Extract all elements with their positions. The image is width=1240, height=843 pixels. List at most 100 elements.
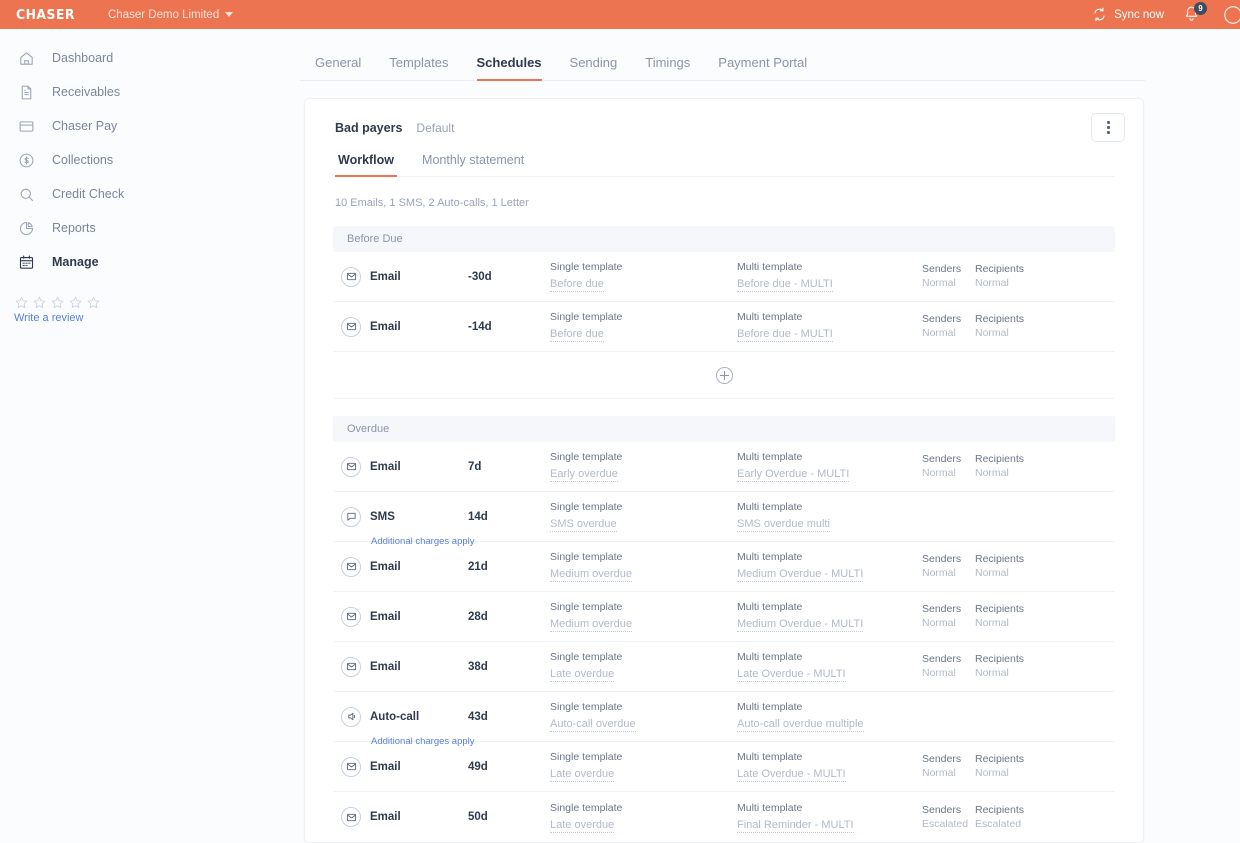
senders-label: Senders bbox=[922, 603, 962, 615]
home-icon bbox=[16, 48, 36, 68]
recipients-value: Normal bbox=[975, 667, 1009, 679]
star-icon[interactable] bbox=[32, 295, 47, 310]
multi-template-value[interactable]: Late Overdue - MULTI bbox=[737, 767, 846, 782]
star-rating[interactable] bbox=[14, 295, 300, 310]
star-icon[interactable] bbox=[14, 295, 29, 310]
table-row[interactable]: Email 28d Single template Medium overdue… bbox=[333, 592, 1115, 642]
single-template-value[interactable]: Before due bbox=[550, 327, 604, 342]
table-row[interactable]: Email 7d Single template Early overdue M… bbox=[333, 442, 1115, 492]
notifications-button[interactable]: 9 bbox=[1182, 1, 1207, 26]
star-icon[interactable] bbox=[68, 295, 83, 310]
section-header-before-due: Before Due bbox=[333, 226, 1115, 252]
recipients-label: Recipients bbox=[975, 603, 1025, 615]
sidebar-item-chaser-pay[interactable]: Chaser Pay bbox=[0, 109, 300, 143]
row-type-label: Auto-call bbox=[370, 710, 420, 723]
tab-payment-portal[interactable]: Payment Portal bbox=[718, 55, 807, 80]
subtab-workflow[interactable]: Workflow bbox=[335, 153, 398, 177]
subtab-monthly-statement[interactable]: Monthly statement bbox=[419, 153, 527, 176]
plus-circle-icon[interactable] bbox=[715, 366, 733, 384]
row-single-template: Single template Late overdue bbox=[550, 751, 737, 782]
row-single-template: Single template Medium overdue bbox=[550, 601, 737, 632]
recipients-value: Normal bbox=[975, 277, 1009, 289]
row-senders: Senders Normal bbox=[922, 313, 975, 340]
email-icon bbox=[341, 316, 361, 337]
row-days: 21d bbox=[468, 560, 488, 573]
sidebar-item-label: Receivables bbox=[52, 85, 121, 99]
senders-label: Senders bbox=[922, 803, 962, 816]
multi-template-value[interactable]: Late Overdue - MULTI bbox=[737, 667, 846, 682]
table-row[interactable]: Auto-call Additional charges apply 43d S… bbox=[333, 692, 1115, 747]
recipients-label: Recipients bbox=[975, 313, 1025, 325]
row-recipients: Recipients Normal bbox=[975, 263, 1065, 290]
star-icon[interactable] bbox=[50, 295, 65, 310]
single-template-value[interactable]: Before due bbox=[550, 277, 604, 292]
row-type-label: Email bbox=[370, 320, 401, 333]
recipients-value: Normal bbox=[975, 617, 1009, 629]
multi-template-value[interactable]: Before due - MULTI bbox=[737, 327, 833, 342]
sidebar-item-collections[interactable]: Collections bbox=[0, 143, 300, 177]
single-template-label: Single template bbox=[550, 501, 623, 513]
single-template-value[interactable]: Late overdue bbox=[550, 767, 615, 782]
single-template-value[interactable]: SMS overdue bbox=[550, 517, 617, 532]
row-senders: Senders Normal bbox=[922, 263, 975, 290]
table-row[interactable]: SMS Additional charges apply 14d Single … bbox=[333, 492, 1115, 547]
senders-value: Normal bbox=[922, 277, 956, 289]
single-template-value[interactable]: Auto-call overdue bbox=[550, 717, 636, 732]
row-type: Email bbox=[333, 266, 468, 287]
sidebar-item-manage[interactable]: Manage bbox=[0, 245, 300, 279]
multi-template-value[interactable]: Before due - MULTI bbox=[737, 277, 833, 292]
chevron-down-icon bbox=[225, 12, 234, 17]
senders-label: Senders bbox=[922, 263, 962, 275]
table-row[interactable]: Email 38d Single template Late overdue M… bbox=[333, 642, 1115, 692]
workflow-summary: 10 Emails, 1 SMS, 2 Auto-calls, 1 Letter bbox=[335, 197, 529, 209]
sidebar-item-receivables[interactable]: Receivables bbox=[0, 75, 300, 109]
sidebar-item-reports[interactable]: Reports bbox=[0, 211, 300, 245]
kebab-menu-icon[interactable] bbox=[1091, 113, 1125, 142]
recipients-value: Escalated bbox=[975, 817, 1022, 830]
multi-template-label: Multi template bbox=[737, 751, 803, 763]
multi-template-value[interactable]: Final Reminder - MULTI bbox=[737, 818, 854, 833]
write-a-review-link[interactable]: Write a review bbox=[14, 312, 300, 324]
schedule-subtabs: Workflow Monthly statement bbox=[333, 153, 1115, 177]
single-template-value[interactable]: Late overdue bbox=[550, 667, 615, 682]
multi-template-value[interactable]: Early Overdue - MULTI bbox=[737, 467, 850, 482]
tab-schedules[interactable]: Schedules bbox=[476, 55, 542, 81]
senders-value: Normal bbox=[922, 327, 956, 339]
table-row[interactable]: Email 50d Single template Late overdue M… bbox=[333, 792, 1115, 842]
senders-label: Senders bbox=[922, 313, 962, 325]
tab-timings[interactable]: Timings bbox=[645, 55, 690, 80]
table-row[interactable]: Email -30d Single template Before due Mu… bbox=[333, 252, 1115, 302]
tab-sending[interactable]: Sending bbox=[570, 55, 618, 80]
table-row[interactable]: Email 49d Single template Late overdue M… bbox=[333, 742, 1115, 792]
sidebar-item-dashboard[interactable]: Dashboard bbox=[0, 41, 300, 75]
multi-template-value[interactable]: SMS overdue multi bbox=[737, 517, 830, 532]
kebab-dot bbox=[1106, 121, 1110, 124]
row-type: Email bbox=[333, 456, 468, 477]
document-icon bbox=[16, 82, 36, 102]
single-template-value[interactable]: Early overdue bbox=[550, 467, 618, 482]
sidebar-item-credit-check[interactable]: Credit Check bbox=[0, 177, 300, 211]
schedule-name: Bad payers bbox=[335, 121, 403, 135]
top-bar-actions: Sync now 9 bbox=[1092, 1, 1240, 26]
tab-general[interactable]: General bbox=[315, 55, 361, 80]
single-template-value[interactable]: Late overdue bbox=[550, 818, 615, 833]
table-row[interactable]: Email 21d Single template Medium overdue… bbox=[333, 542, 1115, 592]
multi-template-value[interactable]: Medium Overdue - MULTI bbox=[737, 617, 864, 632]
brand-logo[interactable]: CHASER bbox=[16, 7, 75, 23]
organization-selector[interactable]: Chaser Demo Limited bbox=[108, 9, 234, 21]
single-template-value[interactable]: Medium overdue bbox=[550, 567, 632, 582]
schedule-default-label[interactable]: Default bbox=[416, 121, 454, 135]
multi-template-value[interactable]: Medium Overdue - MULTI bbox=[737, 567, 864, 582]
email-icon bbox=[341, 556, 361, 577]
sync-now-button[interactable]: Sync now bbox=[1092, 7, 1164, 22]
multi-template-value[interactable]: Auto-call overdue multiple bbox=[737, 717, 864, 732]
star-icon[interactable] bbox=[86, 295, 101, 310]
add-step-row[interactable] bbox=[333, 352, 1115, 399]
row-days: 14d bbox=[468, 510, 488, 523]
recipients-value: Normal bbox=[975, 327, 1009, 339]
tab-templates[interactable]: Templates bbox=[389, 55, 448, 80]
row-type: Email bbox=[333, 316, 468, 337]
single-template-value[interactable]: Medium overdue bbox=[550, 617, 632, 632]
table-row[interactable]: Email -14d Single template Before due Mu… bbox=[333, 302, 1115, 352]
help-icon[interactable] bbox=[1222, 4, 1240, 26]
